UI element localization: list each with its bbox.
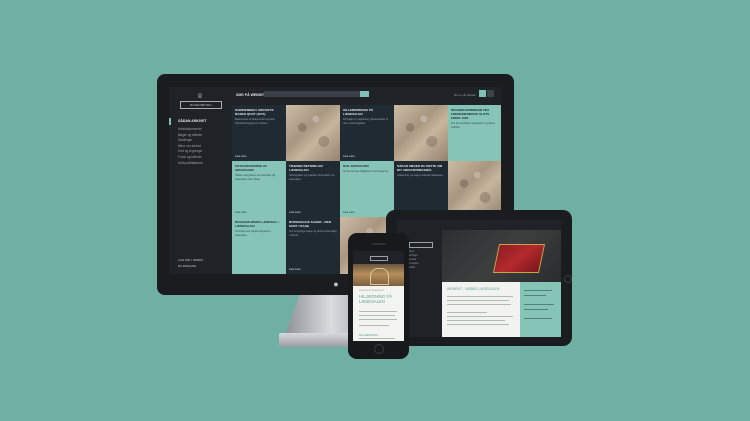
phone-home-button[interactable] <box>374 344 384 354</box>
article-tag: NYHEDER FRA ARKIVET <box>359 290 385 292</box>
read-more-link[interactable]: Læs mere <box>235 155 247 158</box>
tile-title: NYE ARKIVALIER <box>343 164 369 168</box>
reading-room-photo <box>353 264 404 286</box>
tile-image[interactable] <box>394 105 448 161</box>
tablet-topbar <box>442 220 561 230</box>
tablet-home-button[interactable] <box>564 275 572 283</box>
language-indicator: Du er på: Dansk <box>454 93 476 97</box>
tablet-article: INDHENT - SÆBES LÆSESALEN <box>442 282 520 337</box>
list-view-toggle[interactable] <box>487 90 494 97</box>
site-logo[interactable] <box>370 256 388 261</box>
language-link[interactable]: DK ENGLISH <box>178 263 228 269</box>
tile-card[interactable]: HILLERØDBORG PÅ LÆSESALEN Få hjælp og ve… <box>340 105 394 161</box>
phone-screen: NYHEDER FRA ARKIVET HILJÆDNING PÅ LÆSESA… <box>353 251 404 341</box>
article-title: HILJÆDNING PÅ LÆSESALEN <box>359 294 393 304</box>
tile-card[interactable]: FOTOGRAFERING AF ARKIVALIER Sådan fotogr… <box>232 161 286 217</box>
tile-description: Få hjælp og vejledning på læsesalen til … <box>343 118 388 125</box>
sidebar-item[interactable]: Arkivpublikationer <box>178 161 228 167</box>
tile-description: Oversigt over bogsamlingerne i læsesalen… <box>235 230 271 237</box>
tile-image[interactable] <box>286 105 340 161</box>
tile-card[interactable]: TRÆNER RETNING ER LÆSESALEN Åbningstider… <box>286 161 340 217</box>
phone-speaker <box>372 243 386 245</box>
apple-logo-icon: ● <box>333 279 339 289</box>
tile-title: FOTOGRAFERING AF ARKIVALIER <box>235 164 267 172</box>
read-more-link[interactable]: Læs mere <box>289 268 301 271</box>
tile-title: SCRIBENDEN I ARKIVETS BASEN QUOT (1674) <box>235 108 274 116</box>
tile-description: Vejledning i at søge i arkivets database… <box>397 174 444 177</box>
tile-card[interactable]: REGNSKABSBØGER FRA FREDERIKSBORG SLOTS K… <box>448 105 501 161</box>
sidebar-nav: Arkivdokumenter Bøger og billeder Samlin… <box>178 127 228 166</box>
read-more-link[interactable]: Læs mere <box>289 211 301 214</box>
tablet-screen: Arkivet Samlinger Læsesal Om arkivet Kon… <box>397 220 561 337</box>
read-more-link[interactable]: Læs mere <box>343 155 355 158</box>
tile-description: Se de seneste tilføjelser til samlingern… <box>343 170 389 173</box>
active-indicator <box>169 118 171 125</box>
tile-card[interactable]: SÅDAN SØGER DU DETTE OM DIT ARKIVSPØRGSM… <box>394 161 448 217</box>
sidebar-item-active[interactable]: SÅDAN ARKIVET <box>169 118 232 125</box>
article-subheading: HILJÆDNING <box>359 333 378 337</box>
phone-header <box>353 251 404 264</box>
tablet-info-panel <box>520 282 561 337</box>
desktop-sidebar: ♕ ROSENBORG SÅDAN ARKIVET Arkivdokumente… <box>169 87 232 274</box>
grid-view-toggle[interactable] <box>479 90 486 97</box>
tile-description: Om de bevarede regnskaber og deres indho… <box>451 122 495 129</box>
tile-image[interactable] <box>448 161 501 217</box>
read-more-link[interactable]: Læs mere <box>235 211 247 214</box>
sidebar-item-label: SÅDAN ARKIVET <box>178 119 207 123</box>
site-logo[interactable]: ROSENBORG <box>180 101 222 109</box>
tile-title: REGNSKABSBØGER FRA FREDERIKSBORG SLOTS K… <box>451 108 490 120</box>
read-more-link[interactable]: Læs mere <box>343 211 355 214</box>
tile-title: HILLERØDBORG PÅ LÆSESALEN <box>343 108 374 116</box>
article-photo <box>442 230 561 282</box>
tile-description: Åbningstider og praktisk information om … <box>289 174 335 181</box>
tile-card[interactable]: BOGSAMLINGER LÆSESAL I LÆSESALEN Oversig… <box>232 217 286 274</box>
search-button[interactable] <box>360 91 369 97</box>
site-logo[interactable] <box>409 242 433 248</box>
tile-card[interactable]: BORGERLIGE SAGER - DEN SODT I DAGE Om bo… <box>286 217 340 274</box>
tile-title: BOGSAMLINGER LÆSESAL I LÆSESALEN <box>235 220 279 228</box>
search-input[interactable] <box>264 91 360 97</box>
tile-title: TRÆNER RETNING ER LÆSESALEN <box>289 164 323 172</box>
tile-description: Sådan fotograferer du arkivalier på læse… <box>235 174 275 181</box>
tile-card[interactable]: NYE ARKIVALIER Se de seneste tilføjelser… <box>340 161 394 217</box>
crown-icon: ♕ <box>196 93 204 100</box>
tile-description: Beskrivelse af dokumentet og dets histor… <box>235 118 275 125</box>
tile-title: SÅDAN SØGER DU DETTE OM DIT ARKIVSPØRGSM… <box>397 164 443 172</box>
tile-title: BORGERLIGE SAGER - DEN SODT I DAGE <box>289 220 331 228</box>
article-title: INDHENT - SÆBES LÆSESALEN <box>447 287 500 291</box>
desktop-topbar: SØG PÅ WEBSITET Du er på: Dansk <box>232 87 501 105</box>
red-book-image <box>492 244 546 273</box>
tile-card[interactable]: SCRIBENDEN I ARKIVETS BASEN QUOT (1674) … <box>232 105 286 161</box>
tile-description: Om borgerlige sager og deres behandling … <box>289 230 337 237</box>
sidebar-footer: LOG IND / OPRET DK ENGLISH <box>178 257 228 269</box>
